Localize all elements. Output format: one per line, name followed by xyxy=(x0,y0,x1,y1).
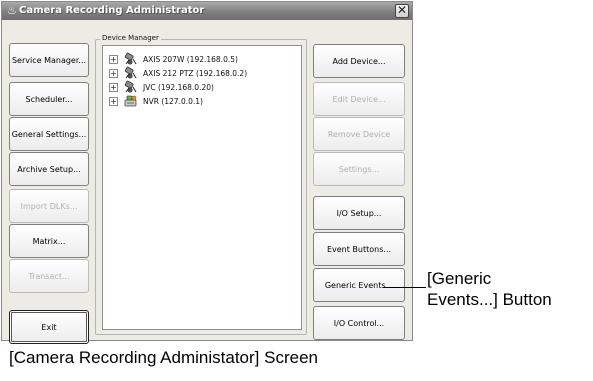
app-icon: ♨ xyxy=(7,4,17,17)
device-label: JVC (192.168.0.20) xyxy=(143,82,214,92)
general-settings-button[interactable]: General Settings... xyxy=(9,117,89,151)
nvr-icon xyxy=(124,95,137,107)
settings-button[interactable]: Settings... xyxy=(313,152,405,186)
transact-button[interactable]: Transact... xyxy=(9,259,89,293)
service-manager-button[interactable]: Service Manager... xyxy=(9,43,89,77)
remove-device-button[interactable]: Remove Device xyxy=(313,117,405,151)
expand-icon[interactable]: + xyxy=(109,68,118,78)
device-label: AXIS 212 PTZ (192.168.0.2) xyxy=(143,68,248,78)
exit-button[interactable]: Exit xyxy=(9,310,89,344)
device-tree-item[interactable]: + AXIS 207W (192.168.0.5) xyxy=(109,52,238,66)
generic-events-callout: [Generic Events...] Button xyxy=(427,268,593,310)
io-control-button[interactable]: I/O Control... xyxy=(313,306,405,340)
matrix-button[interactable]: Matrix... xyxy=(9,224,89,258)
expand-icon[interactable]: + xyxy=(109,96,118,106)
scheduler-button[interactable]: Scheduler... xyxy=(9,82,89,116)
callout-line-2: Events...] Button xyxy=(427,290,552,309)
device-tree-item[interactable]: + NVR (127.0.0.1) xyxy=(109,94,203,108)
archive-setup-button[interactable]: Archive Setup... xyxy=(9,152,89,186)
expand-icon[interactable]: + xyxy=(109,82,118,92)
camera-icon xyxy=(124,52,137,65)
import-dlks-button[interactable]: Import DLKs... xyxy=(9,189,89,223)
window-title: Camera Recording Administrator xyxy=(19,5,205,16)
camera-icon xyxy=(124,66,137,79)
expand-icon[interactable]: + xyxy=(109,54,118,64)
device-label: NVR (127.0.0.1) xyxy=(143,96,203,106)
device-tree[interactable]: + AXIS 207W (192.168.0.5) + AXIS 212 PTZ… xyxy=(102,45,302,330)
event-buttons-button[interactable]: Event Buttons... xyxy=(313,232,405,266)
callout-line xyxy=(383,287,426,288)
io-setup-button[interactable]: I/O Setup... xyxy=(313,196,405,230)
callout-line-1: [Generic xyxy=(427,269,492,288)
close-button[interactable]: ✕ xyxy=(395,4,409,18)
generic-events-button[interactable]: Generic Events... xyxy=(313,268,405,302)
device-manager-label: Device Manager xyxy=(100,33,161,44)
title-bar: ♨ Camera Recording Administrator ✕ xyxy=(2,2,412,20)
device-tree-item[interactable]: + AXIS 212 PTZ (192.168.0.2) xyxy=(109,66,247,80)
device-tree-item[interactable]: + JVC (192.168.0.20) xyxy=(109,80,214,94)
camera-icon xyxy=(124,80,137,93)
add-device-button[interactable]: Add Device... xyxy=(313,44,405,78)
device-label: AXIS 207W (192.168.0.5) xyxy=(143,54,238,64)
screen-caption: [Camera Recording Administator] Screen xyxy=(9,348,318,367)
edit-device-button[interactable]: Edit Device... xyxy=(313,82,405,116)
